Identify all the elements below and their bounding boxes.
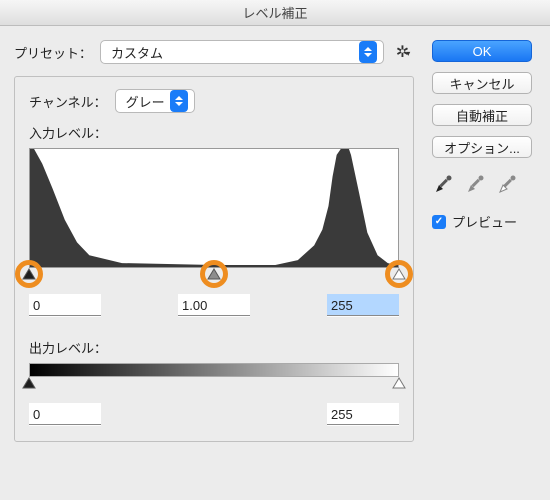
input-levels-label: 入力レベル： bbox=[29, 123, 399, 142]
options-button[interactable]: オプション... bbox=[432, 136, 532, 158]
input-black-slider[interactable] bbox=[21, 266, 37, 282]
input-slider-track[interactable] bbox=[29, 266, 399, 288]
preset-row: プリセット： カスタム ✲▾ bbox=[14, 40, 414, 64]
levels-group: チャンネル： グレー 入力レベル： bbox=[14, 76, 414, 442]
channel-label: チャンネル： bbox=[29, 92, 107, 111]
output-values-row bbox=[29, 403, 399, 425]
dialog-title: レベル補正 bbox=[242, 3, 307, 22]
preset-menu-button[interactable]: ✲▾ bbox=[392, 41, 414, 63]
ok-button[interactable]: OK bbox=[432, 40, 532, 62]
preset-select[interactable]: カスタム bbox=[100, 40, 384, 64]
stepper-icon bbox=[170, 90, 188, 112]
left-column: プリセット： カスタム ✲▾ チャンネル： グレー bbox=[14, 40, 414, 442]
output-white-field[interactable] bbox=[327, 403, 399, 425]
eyedropper-icon bbox=[465, 173, 487, 195]
channel-select[interactable]: グレー bbox=[115, 89, 195, 113]
preview-label: プレビュー bbox=[452, 212, 517, 231]
input-gamma-slider[interactable] bbox=[206, 266, 222, 282]
output-white-slider[interactable] bbox=[391, 375, 407, 391]
input-white-field[interactable] bbox=[327, 294, 399, 316]
cancel-button[interactable]: キャンセル bbox=[432, 72, 532, 94]
output-black-slider[interactable] bbox=[21, 375, 37, 391]
eyedropper-icon bbox=[433, 173, 455, 195]
stepper-icon bbox=[359, 41, 377, 63]
eyedropper-black[interactable] bbox=[432, 172, 456, 196]
preset-label: プリセット： bbox=[14, 43, 92, 62]
eyedropper-gray[interactable] bbox=[464, 172, 488, 196]
channel-row: チャンネル： グレー bbox=[29, 89, 399, 113]
eyedropper-icon bbox=[497, 173, 519, 195]
input-gamma-field[interactable] bbox=[178, 294, 250, 316]
preview-checkbox[interactable]: ✓ bbox=[432, 215, 446, 229]
output-black-field[interactable] bbox=[29, 403, 101, 425]
output-levels-label: 出力レベル： bbox=[29, 338, 399, 357]
eyedropper-white[interactable] bbox=[496, 172, 520, 196]
preset-value: カスタム bbox=[111, 43, 163, 62]
right-column: OK キャンセル 自動補正 オプション... bbox=[432, 40, 532, 442]
output-section: 出力レベル： bbox=[29, 338, 399, 425]
auto-button[interactable]: 自動補正 bbox=[432, 104, 532, 126]
eyedropper-row bbox=[432, 172, 532, 196]
levels-dialog: { "title": "レベル補正", "preset": { "label":… bbox=[0, 0, 550, 500]
histogram bbox=[29, 148, 399, 268]
preview-row: ✓ プレビュー bbox=[432, 212, 532, 231]
input-values-row bbox=[29, 294, 399, 316]
output-slider-track[interactable] bbox=[29, 375, 399, 397]
input-white-slider[interactable] bbox=[391, 266, 407, 282]
channel-value: グレー bbox=[126, 92, 165, 111]
title-bar: レベル補正 bbox=[0, 0, 550, 26]
input-black-field[interactable] bbox=[29, 294, 101, 316]
